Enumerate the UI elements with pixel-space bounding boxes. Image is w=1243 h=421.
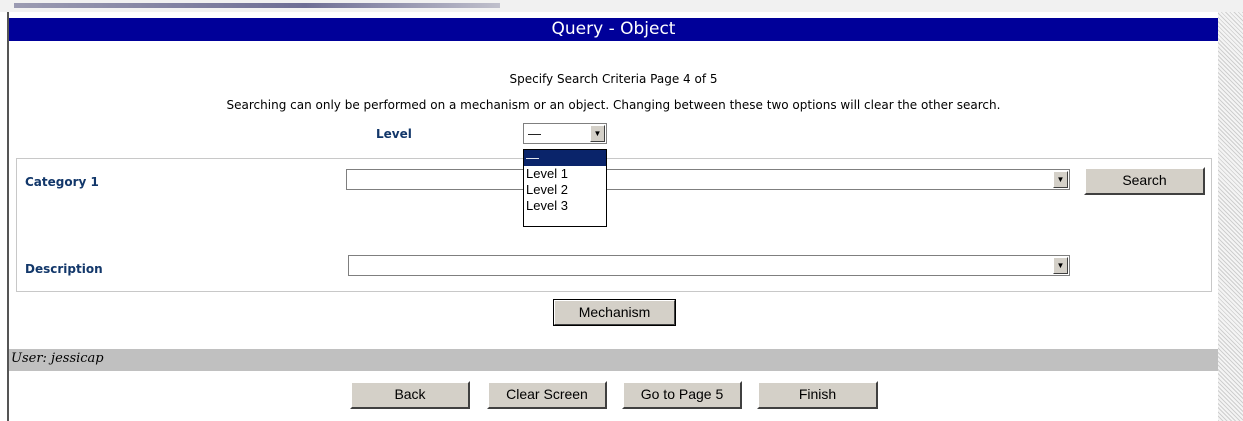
go-to-page-5-button[interactable]: Go to Page 5 <box>622 381 742 409</box>
top-scroll-thumb[interactable] <box>14 3 500 8</box>
level-dropdown-list[interactable]: — Level 1 Level 2 Level 3 <box>523 149 607 227</box>
level-select-value: — <box>528 126 541 141</box>
finish-button[interactable]: Finish <box>757 381 878 409</box>
page-title: Query - Object <box>9 18 1218 41</box>
level-label: Level <box>376 127 412 141</box>
level-option[interactable]: Level 2 <box>524 182 606 198</box>
description-select[interactable]: ▼ <box>348 255 1070 276</box>
category1-label: Category 1 <box>25 175 99 189</box>
window-top-strip <box>0 0 1243 12</box>
level-option[interactable]: Level 1 <box>524 166 606 182</box>
search-button[interactable]: Search <box>1084 167 1205 195</box>
chevron-down-icon[interactable]: ▼ <box>1053 257 1068 274</box>
category1-select[interactable]: ▼ <box>346 169 1070 190</box>
vertical-scrollbar[interactable] <box>1218 12 1243 421</box>
description-label: Description <box>25 262 103 276</box>
level-option[interactable]: Level 3 <box>524 198 606 214</box>
chevron-down-icon[interactable]: ▼ <box>590 125 605 142</box>
level-select[interactable]: — ▼ <box>523 123 607 144</box>
back-button[interactable]: Back <box>350 381 470 409</box>
user-status-bar: User: jessicap <box>9 349 1218 371</box>
user-label: User: jessicap <box>11 351 104 366</box>
page-info-text: Specify Search Criteria Page 4 of 5 <box>509 72 718 86</box>
search-note-text: Searching can only be performed on a mec… <box>226 98 1001 112</box>
level-option[interactable]: — <box>524 150 606 166</box>
chevron-down-icon[interactable]: ▼ <box>1053 171 1068 188</box>
mechanism-button[interactable]: Mechanism <box>553 299 676 326</box>
clear-screen-button[interactable]: Clear Screen <box>487 381 607 409</box>
